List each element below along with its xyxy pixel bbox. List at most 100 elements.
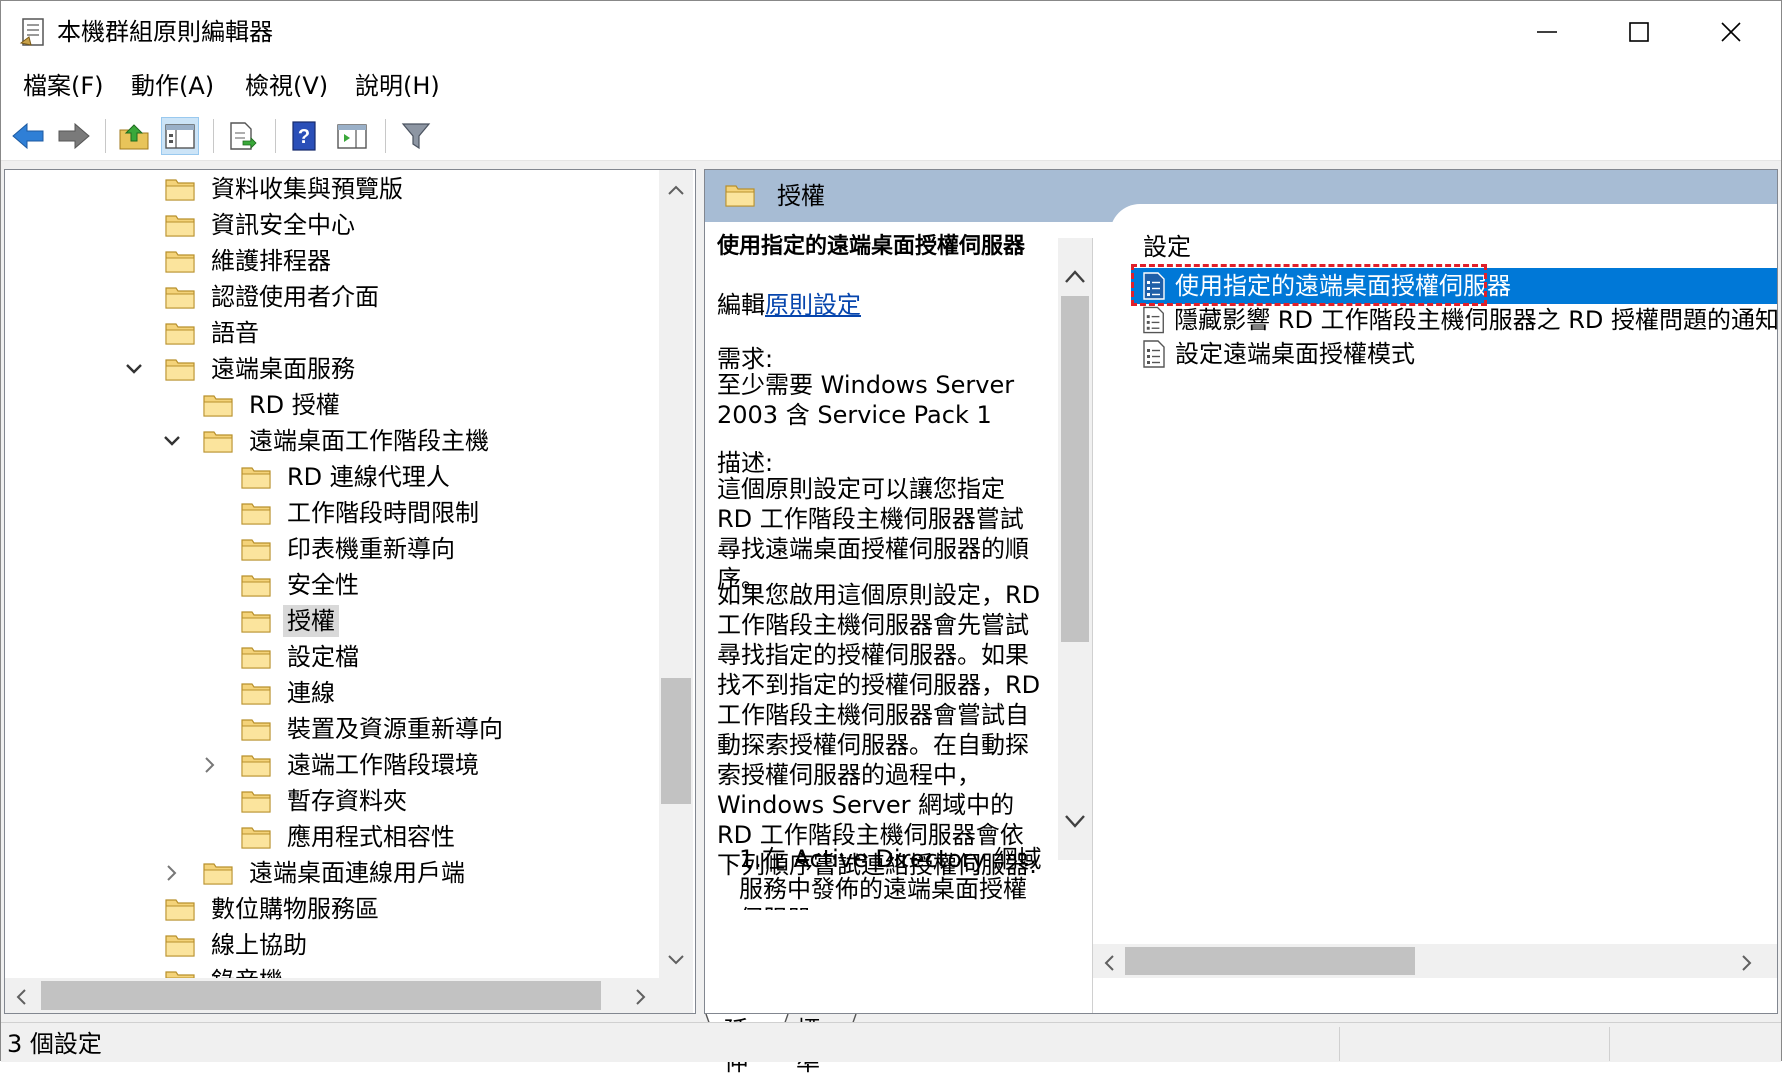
tree-item-label: 安全性 <box>287 571 359 599</box>
tree-item-label: 遠端桌面連線用戶端 <box>249 859 465 887</box>
console-tree[interactable]: 資料收集與預覽版 資訊安全中心 維護排程器 認證使用者介面 語音 遠端桌面服務 RD 授權遠… <box>4 169 696 1014</box>
tree-item[interactable]: RD 連線代理人 <box>241 460 454 494</box>
action-pane-icon <box>337 124 367 149</box>
export-list-icon <box>230 122 257 150</box>
maximize-button[interactable] <box>1593 1 1685 63</box>
tree-item[interactable]: 遠端工作階段環境 <box>241 748 483 782</box>
tree-item[interactable]: 連線 <box>241 676 339 710</box>
expand-toggle[interactable] <box>161 862 183 884</box>
tree-item[interactable]: 維護排程器 <box>165 244 335 278</box>
folder-icon <box>203 395 233 417</box>
tree-vscroll-thumb[interactable] <box>661 678 691 804</box>
chevron-down-icon <box>164 436 180 446</box>
show-hide-tree-button[interactable] <box>161 117 199 155</box>
tree-item-label: 語音 <box>211 319 259 347</box>
scroll-up-icon[interactable] <box>1064 268 1086 284</box>
svg-text:?: ? <box>298 126 310 148</box>
policy-setting-icon <box>1143 306 1164 334</box>
scroll-right-icon[interactable] <box>635 989 647 1005</box>
scroll-right-icon[interactable] <box>1741 955 1753 971</box>
folder-icon <box>241 827 271 849</box>
settings-hscroll-thumb[interactable] <box>1125 947 1415 975</box>
folder-icon <box>165 251 195 273</box>
collapse-toggle[interactable] <box>123 358 145 380</box>
tree-item[interactable]: 線上協助 <box>165 928 311 962</box>
tree-item[interactable]: 語音 <box>165 316 263 350</box>
folder-icon <box>241 647 271 669</box>
tree-item-label: 暫存資料夾 <box>287 787 407 815</box>
tree-item[interactable]: 資料收集與預覽版 <box>165 172 407 206</box>
forward-button[interactable] <box>55 117 93 155</box>
policy-title: 使用指定的遠端桌面授權伺服器 <box>717 234 1026 259</box>
menu-view[interactable]: 檢視(V) <box>241 71 332 101</box>
tree-item-label: 資訊安全中心 <box>211 211 355 239</box>
tree-item[interactable]: 暫存資料夾 <box>241 784 411 818</box>
folder-icon <box>241 575 271 597</box>
tree-hscroll-thumb[interactable] <box>41 981 601 1010</box>
folder-icon <box>241 683 271 705</box>
setting-row[interactable]: 隱藏影響 RD 工作階段主機伺服器之 RD 授權問題的通知 <box>1131 302 1778 338</box>
close-button[interactable] <box>1685 1 1777 63</box>
tree-item[interactable]: 設定檔 <box>241 640 363 674</box>
setting-label: 隱藏影響 RD 工作階段主機伺服器之 RD 授權問題的通知 <box>1174 306 1778 334</box>
details-pane: 授權 使用指定的遠端桌面授權伺服器 編輯原則設定 需求: 至少需要 Window… <box>704 169 1778 1014</box>
tree-item[interactable]: 數位購物服務區 <box>165 892 383 926</box>
title-bar: 本機群組原則編輯器 <box>1 1 1781 63</box>
tree-item-label: 認證使用者介面 <box>211 283 379 311</box>
back-arrow-icon <box>12 122 44 150</box>
filter-icon <box>401 123 431 150</box>
tree-item[interactable]: RD 授權 <box>203 388 344 422</box>
description-scroll-thumb[interactable] <box>1061 296 1089 642</box>
collapse-toggle[interactable] <box>161 430 183 452</box>
up-folder-button[interactable] <box>115 117 153 155</box>
requirements-text: 至少需要 Windows Server 2003 含 Service Pack … <box>717 371 1015 429</box>
setting-label: 設定遠端桌面授權模式 <box>1175 340 1415 368</box>
menu-bar: 檔案(F) 動作(A) 檢視(V) 說明(H) <box>1 63 1781 109</box>
folder-icon <box>241 791 271 813</box>
show-action-pane-button[interactable] <box>333 117 371 155</box>
tree-item[interactable]: 資訊安全中心 <box>165 208 359 242</box>
tree-item[interactable]: 印表機重新導向 <box>241 532 459 566</box>
help-button[interactable]: ? <box>285 117 323 155</box>
tree-vertical-scrollbar[interactable] <box>659 170 693 978</box>
scroll-down-icon[interactable] <box>1064 814 1086 830</box>
tree-item[interactable]: 遠端桌面連線用戶端 <box>203 856 469 890</box>
folder-icon <box>165 323 195 345</box>
scroll-left-icon[interactable] <box>1103 955 1115 971</box>
setting-row[interactable]: 設定遠端桌面授權模式 <box>1131 336 1777 372</box>
menu-help[interactable]: 說明(H) <box>351 71 444 101</box>
edit-policy-link[interactable]: 原則設定 <box>765 291 861 319</box>
export-list-button[interactable] <box>223 117 261 155</box>
description-scrollbar[interactable] <box>1058 238 1092 860</box>
folder-icon <box>241 539 271 561</box>
tree-item[interactable]: 裝置及資源重新導向 <box>241 712 507 746</box>
tree-item[interactable]: 遠端桌面工作階段主機 <box>203 424 493 458</box>
tree-item[interactable]: 應用程式相容性 <box>241 820 459 854</box>
tree-item[interactable]: 授權 <box>241 604 339 638</box>
tree-item-label: 應用程式相容性 <box>287 823 455 851</box>
folder-icon <box>725 185 755 207</box>
expand-toggle[interactable] <box>199 754 221 776</box>
scroll-up-icon[interactable] <box>668 184 684 196</box>
tree-item[interactable]: 安全性 <box>241 568 363 602</box>
menu-action[interactable]: 動作(A) <box>127 71 218 101</box>
menu-file[interactable]: 檔案(F) <box>19 71 108 101</box>
tree-item[interactable]: 工作階段時間限制 <box>241 496 483 530</box>
back-button[interactable] <box>9 117 47 155</box>
tree-item-label: 連線 <box>287 679 335 707</box>
settings-column-header[interactable]: 設定 <box>1143 232 1191 262</box>
up-folder-icon <box>119 124 149 150</box>
filter-button[interactable] <box>397 117 435 155</box>
settings-horizontal-scrollbar[interactable] <box>1093 944 1777 978</box>
tree-item-label: RD 連線代理人 <box>287 463 450 491</box>
scroll-down-icon[interactable] <box>668 954 684 966</box>
tree-item[interactable]: 遠端桌面服務 <box>165 352 359 386</box>
tree-horizontal-scrollbar[interactable] <box>5 978 659 1013</box>
scroll-left-icon[interactable] <box>15 989 27 1005</box>
status-bar: 3 個設定 <box>1 1022 1781 1062</box>
chevron-down-icon <box>126 364 142 374</box>
tree-item[interactable]: 認證使用者介面 <box>165 280 383 314</box>
help-book-icon: ? <box>292 121 316 151</box>
folder-icon <box>241 611 271 633</box>
minimize-button[interactable] <box>1501 1 1593 63</box>
